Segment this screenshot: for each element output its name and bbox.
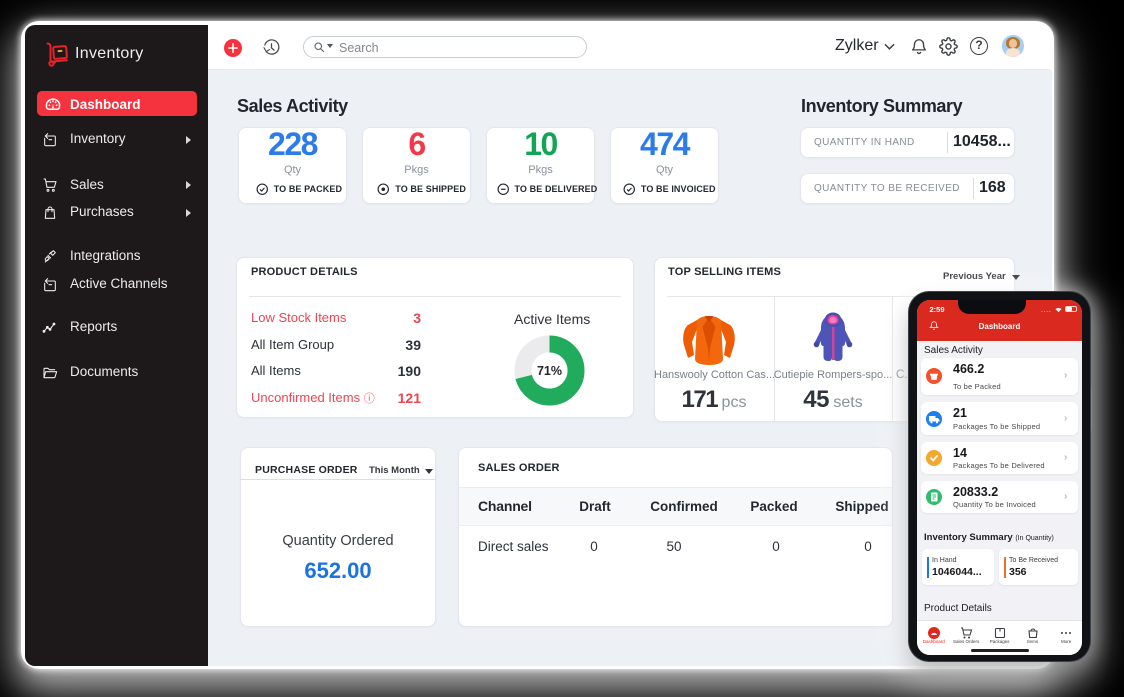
- svg-text:71%: 71%: [537, 364, 562, 378]
